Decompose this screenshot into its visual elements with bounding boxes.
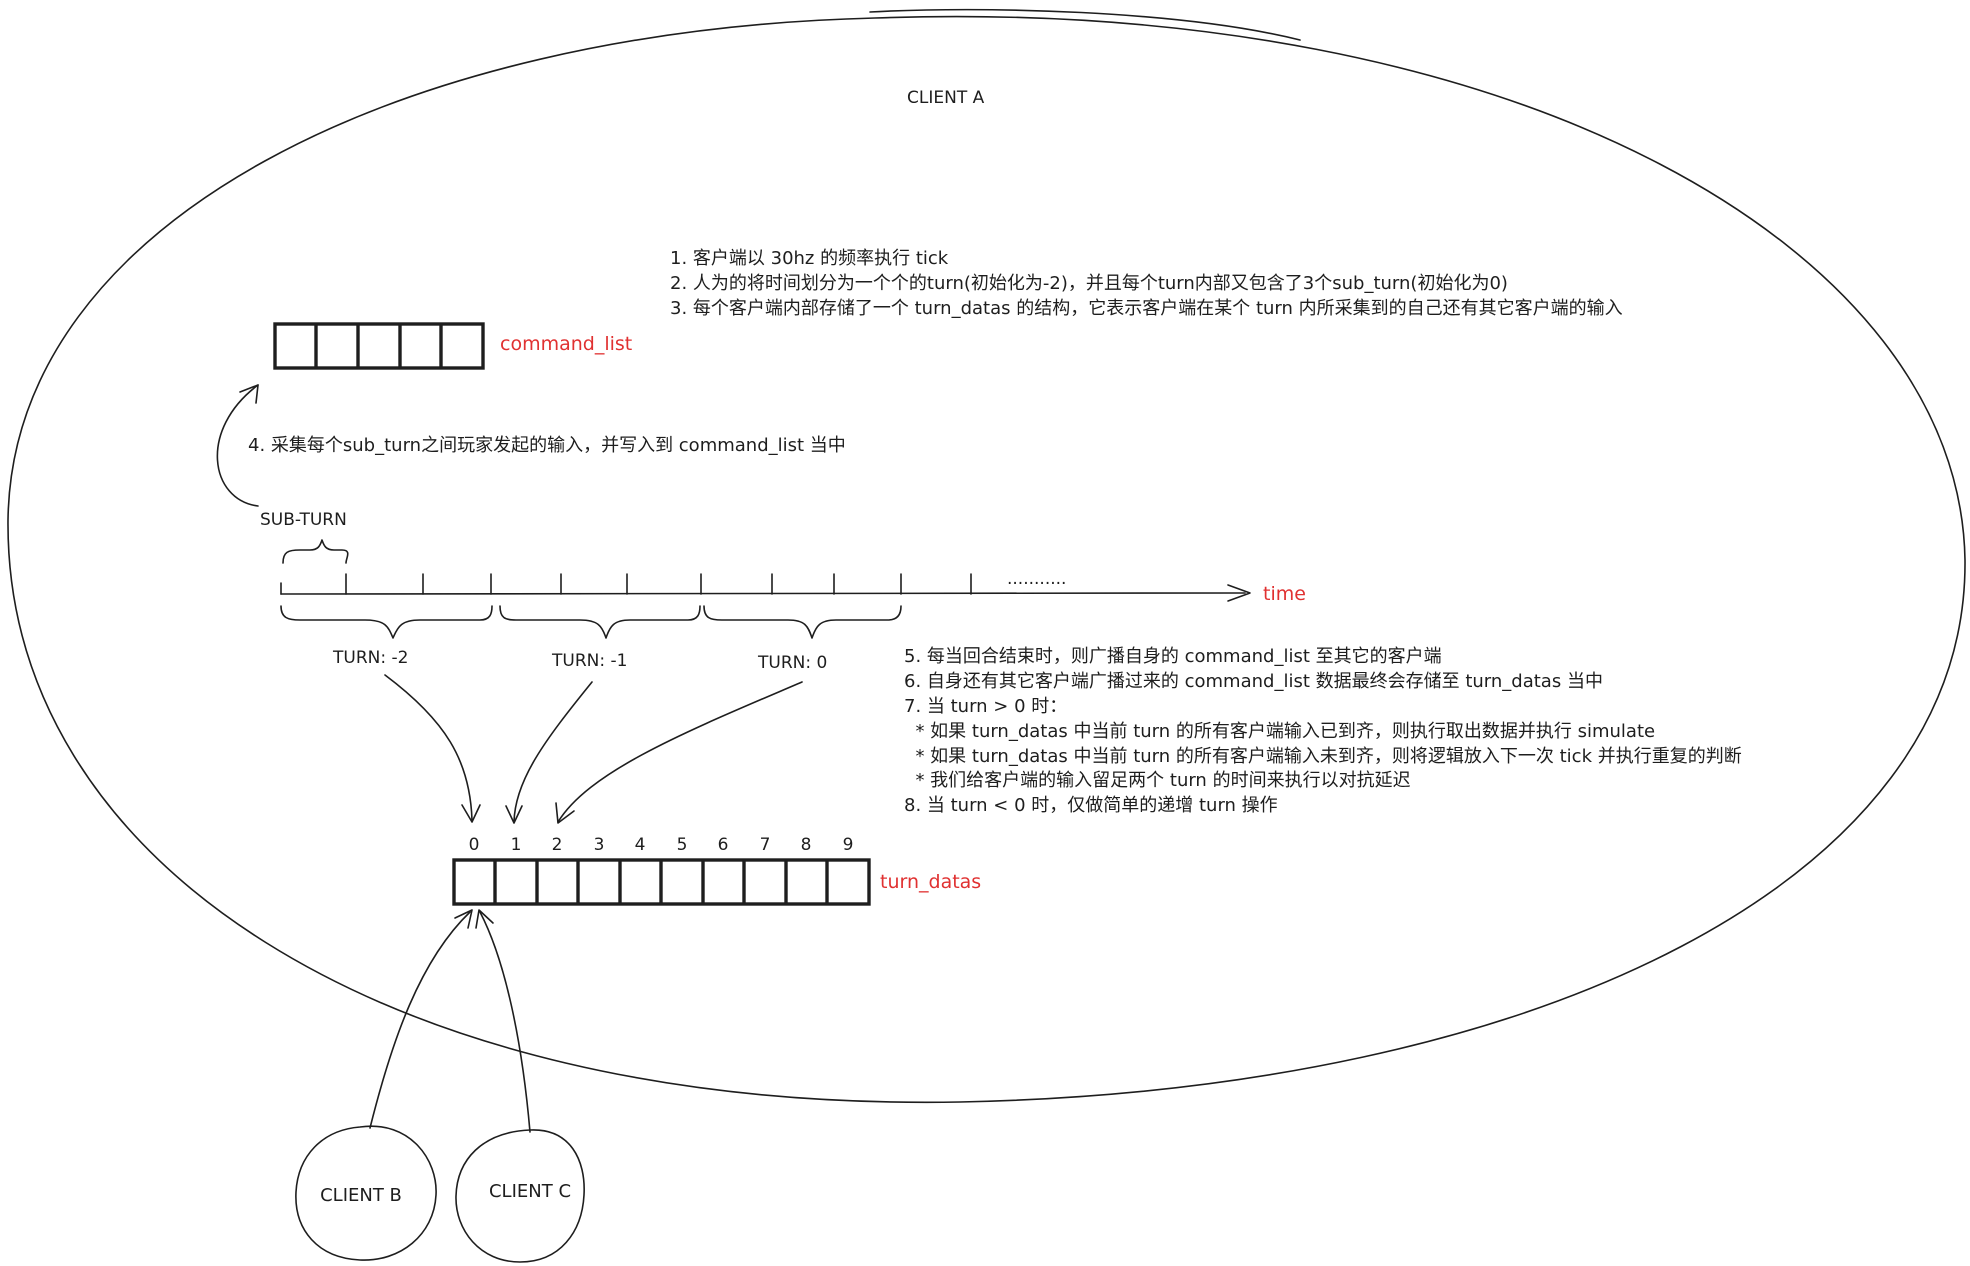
notes-bottom: 5. 每当回合结束时，则广播自身的 command_list 至其它的客户端 6… (904, 646, 1742, 816)
diagram-canvas: CLIENT A 1. 客户端以 30hz 的频率执行 tick 2. 人为的将… (7, 8, 1966, 1263)
note-3: 3. 每个客户端内部存储了一个 turn_datas 的结构，它表示客户端在某个… (670, 298, 1623, 319)
turn-datas-label: turn_datas (880, 871, 981, 893)
note-4: 4. 采集每个sub_turn之间玩家发起的输入，并写入到 command_li… (248, 435, 846, 456)
note-5: 5. 每当回合结束时，则广播自身的 command_list 至其它的客户端 (904, 646, 1442, 667)
timeline (280, 573, 1251, 602)
turn-label-0: TURN: 0 (757, 653, 827, 673)
turn-datas-index: 7 (760, 835, 771, 855)
turn-to-datas-arrows (384, 674, 803, 824)
note-7: 7. 当 turn > 0 时： (904, 696, 1067, 717)
turn-datas-index: 1 (511, 835, 522, 855)
client-b-label: CLIENT B (320, 1185, 402, 1206)
note-1: 1. 客户端以 30hz 的频率执行 tick (670, 248, 949, 269)
turn-datas-array (452, 858, 871, 906)
turn-label-minus-1: TURN: -1 (551, 651, 627, 671)
client-a-label: CLIENT A (907, 88, 985, 108)
turn-datas-indices: 0 1 2 3 4 5 6 7 8 9 (469, 835, 854, 855)
timeline-ellipsis: ........... (1007, 569, 1066, 589)
turn-datas-index: 2 (552, 835, 563, 855)
turn-datas-index: 9 (843, 835, 854, 855)
turn-datas-index: 5 (677, 835, 688, 855)
command-list-array (273, 322, 485, 370)
client-c-label: CLIENT C (489, 1181, 571, 1202)
command-list-label: command_list (500, 333, 632, 355)
note-7a: * 如果 turn_datas 中当前 turn 的所有客户端输入已到齐，则执行… (904, 721, 1655, 742)
turn-datas-index: 4 (635, 835, 646, 855)
note-8: 8. 当 turn < 0 时，仅做简单的递增 turn 操作 (904, 795, 1278, 816)
clients-to-datas-arrows (369, 909, 531, 1133)
client-a-ellipse (7, 8, 1966, 1104)
notes-top: 1. 客户端以 30hz 的频率执行 tick 2. 人为的将时间划分为一个个的… (670, 248, 1623, 319)
turn-label-minus-2: TURN: -2 (332, 648, 408, 668)
note-7c: * 我们给客户端的输入留足两个 turn 的时间来执行以对抗延迟 (904, 770, 1411, 791)
note-7b: * 如果 turn_datas 中当前 turn 的所有客户端输入未到齐，则将逻… (904, 746, 1742, 767)
sub-turn-label: SUB-TURN (260, 510, 347, 530)
turn-datas-index: 0 (469, 835, 480, 855)
note-2: 2. 人为的将时间划分为一个个的turn(初始化为-2)，并且每个turn内部又… (670, 273, 1508, 294)
time-label: time (1263, 583, 1306, 605)
turn-datas-index: 6 (718, 835, 729, 855)
turn-datas-index: 8 (801, 835, 812, 855)
note-6: 6. 自身还有其它客户端广播过来的 command_list 数据最终会存储至 … (904, 671, 1603, 692)
turn-datas-index: 3 (594, 835, 605, 855)
sub-turn-brace (282, 539, 349, 564)
turn-braces (280, 605, 902, 639)
